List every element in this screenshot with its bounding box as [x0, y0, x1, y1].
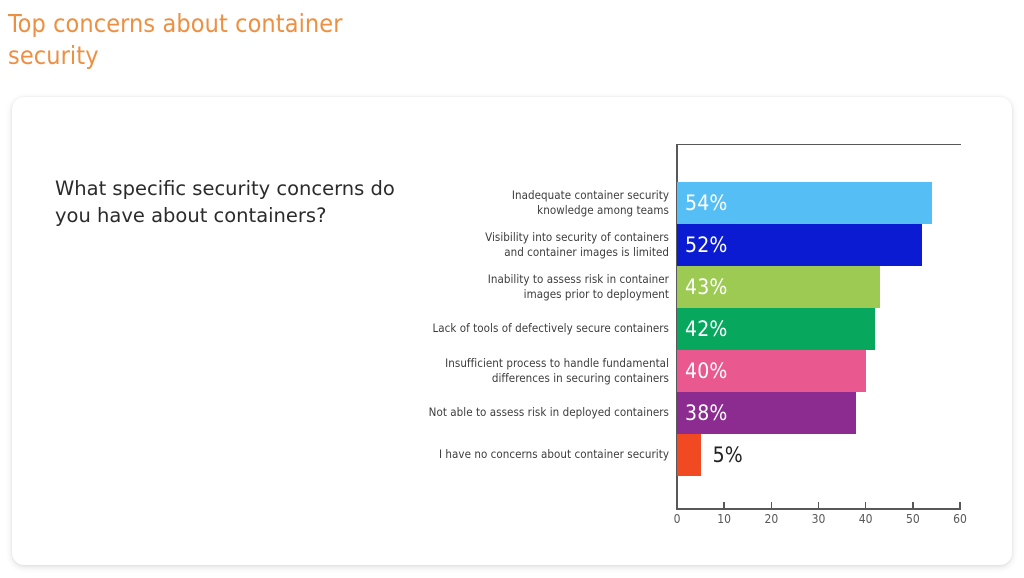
bar-row[interactable]: 38%	[677, 392, 960, 434]
chart-card: What specific security concerns do you h…	[12, 97, 1012, 565]
bar-row[interactable]: 40%	[677, 350, 960, 392]
x-axis-tick-label: 60	[953, 512, 967, 526]
x-axis-tick-label: 40	[858, 512, 873, 526]
category-label-line: Inability to assess risk in container	[487, 271, 669, 286]
category-label-line: I have no concerns about container secur…	[439, 447, 669, 462]
x-axis-tick-label: 10	[717, 512, 732, 526]
bar[interactable]	[677, 434, 701, 476]
category-label: Lack of tools of defectively secure cont…	[389, 308, 669, 350]
category-label-line: Insufficient process to handle fundament…	[445, 355, 669, 370]
category-label-text: Inadequate container security knowledge a…	[389, 188, 669, 218]
bar-row[interactable]: 54%	[677, 182, 960, 224]
bar-row[interactable]: 42%	[677, 308, 960, 350]
x-axis-tick	[723, 502, 725, 510]
category-label-text: Lack of tools of defectively secure cont…	[389, 321, 669, 336]
bar-value-label: 42%	[685, 317, 728, 341]
category-label: Insufficient process to handle fundament…	[389, 350, 669, 392]
x-axis-tick-label: 30	[811, 512, 826, 526]
bar-value-label: 54%	[685, 191, 728, 215]
x-axis-tick	[676, 502, 678, 510]
category-label-line: Not able to assess risk in deployed cont…	[428, 405, 669, 420]
x-axis-tick-label: 20	[764, 512, 779, 526]
bar-value-label: 40%	[685, 359, 728, 383]
category-label-line: images prior to deployment	[523, 287, 669, 301]
category-label-text: Not able to assess risk in deployed cont…	[389, 405, 669, 420]
category-label-line: Visibility into security of containers	[485, 229, 669, 244]
category-label-line: Lack of tools of defectively secure cont…	[432, 321, 669, 336]
plot-top-rule	[677, 144, 961, 145]
x-axis-tick	[864, 502, 867, 510]
bar-value-label: 43%	[685, 275, 728, 299]
category-label-line: Inadequate container security	[511, 187, 669, 202]
category-label: Not able to assess risk in deployed cont…	[389, 392, 669, 434]
category-label-line: knowledge among teams	[537, 203, 669, 217]
x-axis-tick	[959, 502, 961, 510]
page-title: Top concerns about container security	[8, 9, 343, 70]
x-axis-tick-label: 50	[905, 512, 920, 526]
x-axis-tick	[770, 502, 773, 510]
x-axis-tick	[912, 502, 914, 510]
bar-value-label: 5%	[712, 443, 743, 467]
category-label-line: and container images is limited	[504, 245, 669, 259]
category-label: Inability to assess risk in container ima…	[389, 266, 669, 308]
category-label: Inadequate container security knowledge a…	[389, 182, 669, 224]
category-label-text: I have no concerns about container secur…	[389, 447, 669, 462]
bar-row[interactable]: 52%	[677, 224, 960, 266]
x-axis-tick	[817, 502, 820, 510]
category-label: Visibility into security of containers an…	[389, 224, 669, 266]
x-axis-tick-label: 0	[673, 512, 681, 526]
bar-row[interactable]: 43%	[677, 266, 960, 308]
category-label-line: differences in securing containers	[491, 371, 669, 385]
bar-value-label: 52%	[685, 233, 728, 257]
category-label-text: Inability to assess risk in container ima…	[389, 272, 669, 302]
bar-row[interactable]: 5%	[677, 434, 960, 476]
category-label-text: Visibility into security of containers an…	[389, 230, 669, 260]
category-label: I have no concerns about container secur…	[389, 434, 669, 476]
bar-value-label: 38%	[685, 401, 728, 425]
category-label-text: Insufficient process to handle fundament…	[389, 356, 669, 386]
horizontal-bar-chart: Inadequate container security knowledge a…	[12, 97, 1012, 565]
